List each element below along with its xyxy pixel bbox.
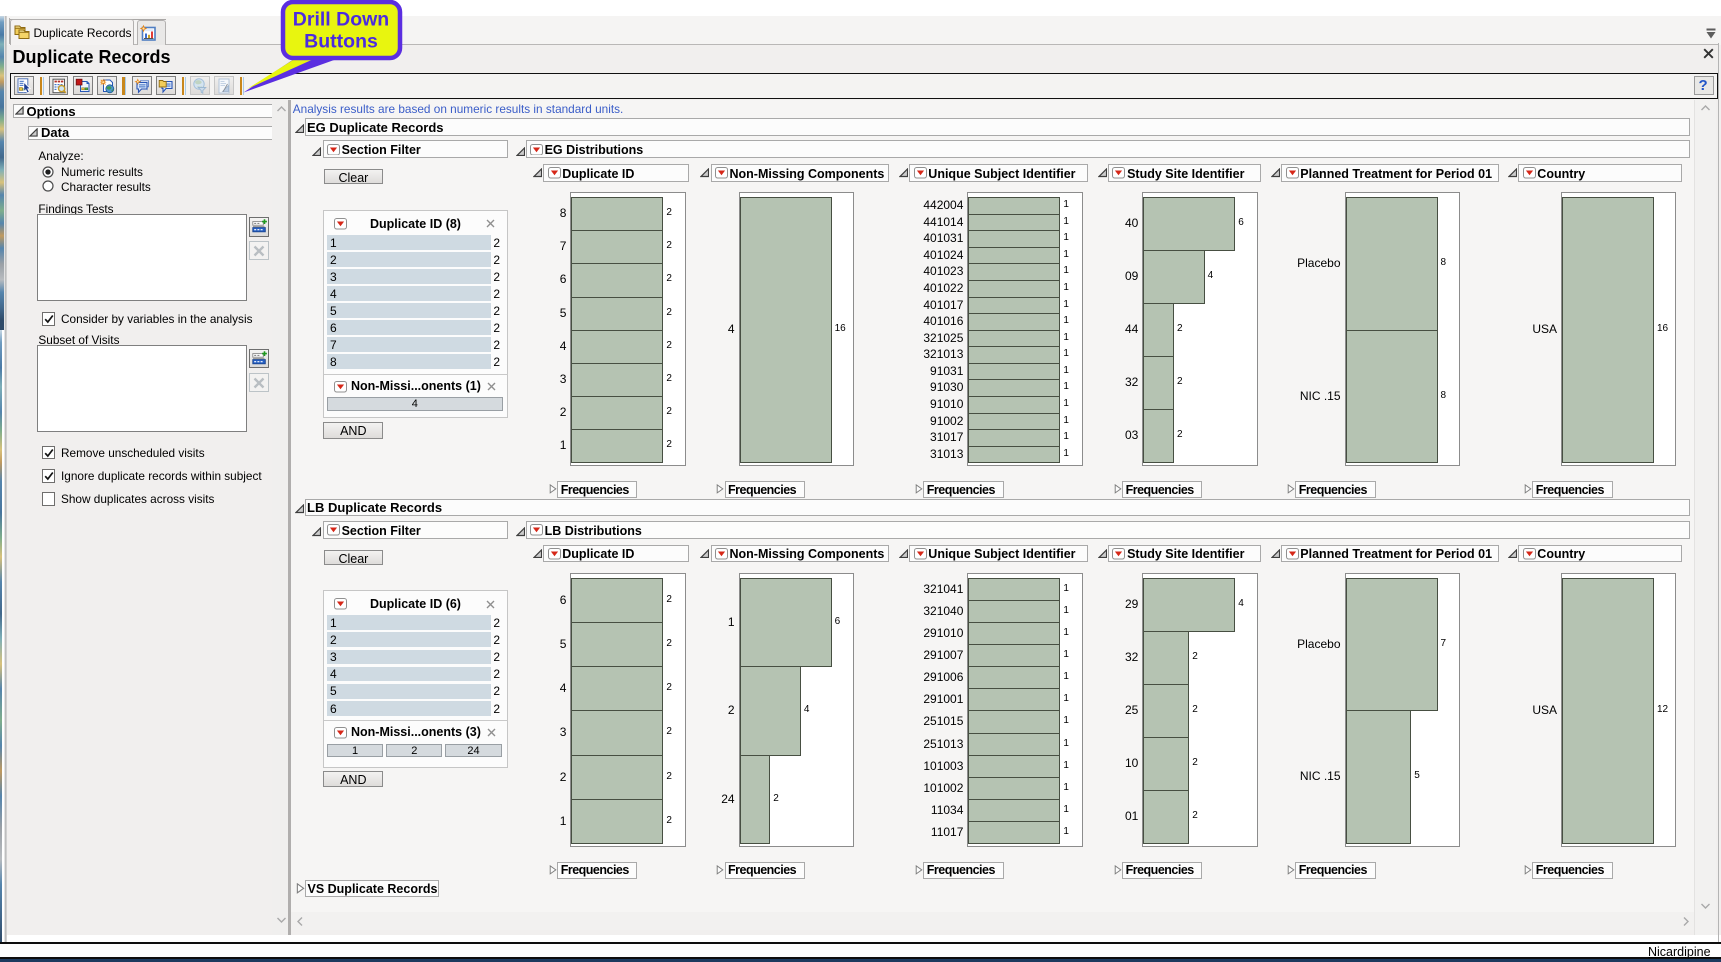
svg-text:Buttons: Buttons: [304, 31, 378, 53]
svg-text:Drill Down: Drill Down: [293, 9, 389, 31]
